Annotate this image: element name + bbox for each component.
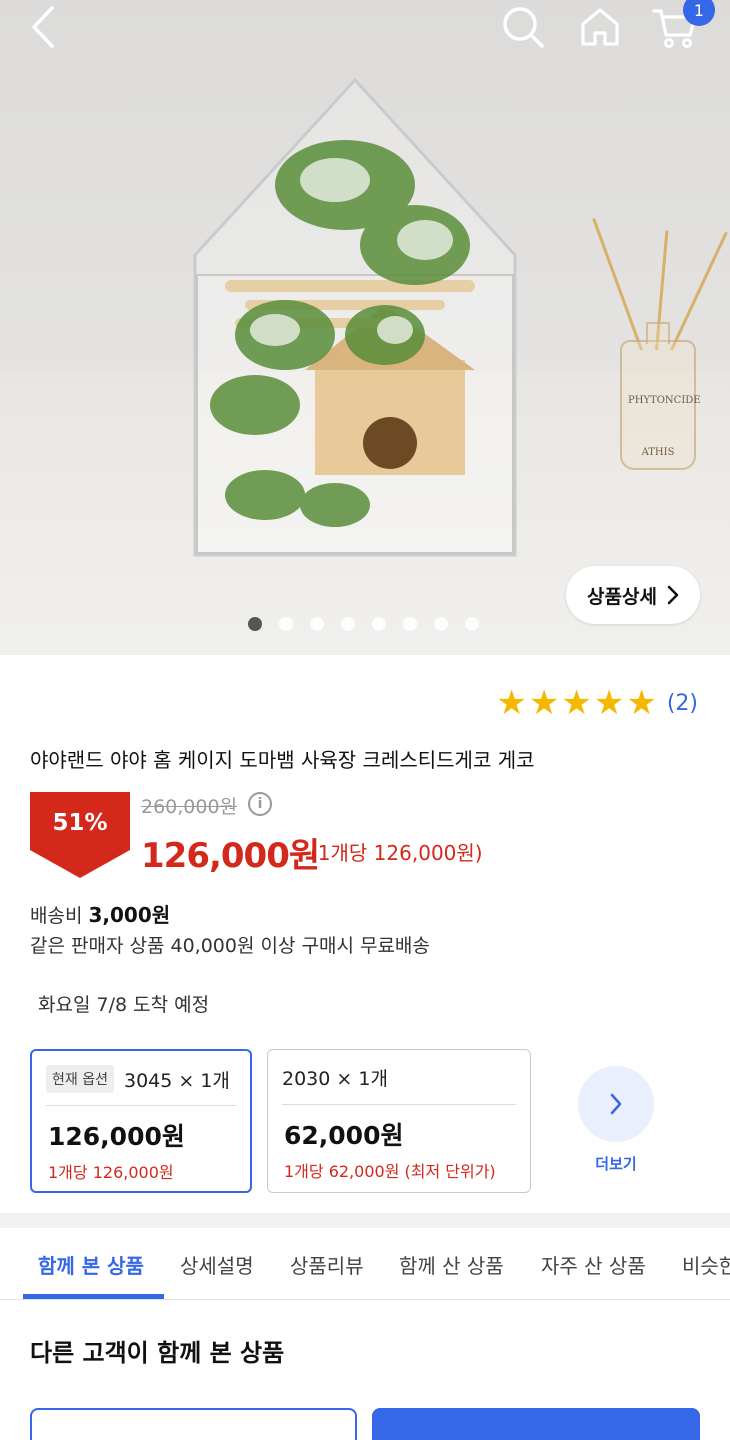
chevron-right-icon — [610, 1093, 622, 1115]
tab-reviews[interactable]: 상품리뷰 — [290, 1250, 364, 1279]
search-icon — [503, 7, 544, 48]
back-button[interactable] — [20, 4, 66, 50]
option-card-current[interactable]: 현재 옵션 3045 × 1개 126,000원 1개당 126,000원 — [30, 1049, 252, 1193]
arrival-estimate: 화요일 7/8 도착 예정 — [38, 994, 210, 1016]
shipping-fee: 배송비 3,000원 — [30, 899, 170, 928]
shipping-fee-value: 3,000원 — [88, 903, 171, 927]
tab-similar[interactable]: 비슷한 — [682, 1250, 730, 1279]
primary-action-button[interactable] — [372, 1408, 700, 1440]
tab-bought-together[interactable]: 함께 산 상품 — [399, 1250, 504, 1279]
tab-viewed-together[interactable]: 함께 본 상품 — [38, 1250, 144, 1279]
product-image-carousel[interactable]: PHYTONCIDE ATHIS 1 상품상세 — [0, 0, 730, 655]
rating[interactable]: ★ ★ ★ ★ ★ (2) — [496, 686, 698, 720]
unit-price: (1개당 126,000원) — [310, 841, 483, 865]
star-icon: ★ — [528, 683, 560, 723]
diffuser-bottle-neck — [646, 322, 670, 344]
option-name: 3045 × 1개 — [123, 1069, 230, 1092]
carousel-dot[interactable] — [403, 617, 417, 631]
option-card-header: 2030 × 1개 — [282, 1064, 388, 1091]
option-card-alt[interactable]: 2030 × 1개 62,000원 1개당 62,000원 (최저 단위가) — [267, 1049, 531, 1193]
option-price: 62,000원 — [284, 1121, 404, 1150]
diffuser-bottle: PHYTONCIDE ATHIS — [620, 322, 701, 470]
option-divider — [282, 1104, 516, 1105]
product-detail-label: 상품상세 — [587, 585, 657, 608]
back-arrow-icon — [32, 6, 54, 48]
more-options-button[interactable] — [578, 1066, 654, 1142]
section-title: 다른 고객이 함께 본 상품 — [30, 1339, 285, 1367]
tab-frequently-bought[interactable]: 자주 산 상품 — [541, 1250, 646, 1279]
search-button[interactable] — [500, 4, 546, 50]
carousel-dots — [248, 617, 479, 631]
option-divider — [46, 1105, 236, 1106]
carousel-dot[interactable] — [372, 617, 386, 631]
star-icon: ★ — [626, 683, 657, 723]
carousel-dot[interactable] — [310, 617, 324, 631]
tab-bar: 함께 본 상품 상세설명 상품리뷰 함께 산 상품 자주 산 상품 비슷한 — [0, 1228, 730, 1300]
more-options-label[interactable]: 더보기 — [578, 1153, 654, 1174]
free-shipping-condition: 같은 판매자 상품 40,000원 이상 구매시 무료배송 — [30, 935, 430, 957]
discount-badge: 51% — [30, 792, 130, 878]
secondary-action-button[interactable] — [30, 1408, 357, 1440]
sale-price: 126,000원 — [141, 836, 320, 876]
discount-rate: 51% — [52, 810, 108, 836]
rating-stars: ★ ★ ★ ★ ★ — [496, 686, 656, 720]
current-option-badge: 현재 옵션 — [46, 1065, 114, 1093]
home-icon — [581, 8, 619, 46]
option-card-header: 현재 옵션 3045 × 1개 — [46, 1065, 230, 1093]
product-detail-button[interactable]: 상품상세 — [566, 566, 700, 624]
product-title: 야야랜드 야야 홈 케이지 도마뱀 사육장 크레스티드게코 게코 — [30, 748, 535, 772]
diffuser-label-bottom: ATHIS — [641, 447, 675, 458]
shipping-fee-label: 배송비 — [30, 905, 83, 927]
cage-illustration — [193, 77, 517, 557]
original-price: 260,000원 — [141, 796, 238, 818]
tab-description[interactable]: 상세설명 — [180, 1250, 254, 1279]
section-divider — [0, 1213, 730, 1228]
active-tab-indicator — [23, 1294, 164, 1299]
chevron-right-icon — [667, 585, 679, 605]
option-price: 126,000원 — [48, 1122, 185, 1151]
option-unit-price: 1개당 62,000원 (최저 단위가) — [284, 1162, 496, 1181]
option-name: 2030 × 1개 — [282, 1068, 388, 1090]
star-icon: ★ — [496, 683, 527, 723]
carousel-dot[interactable] — [279, 617, 293, 631]
star-icon: ★ — [561, 683, 592, 723]
home-button[interactable] — [577, 4, 623, 50]
carousel-dot[interactable] — [341, 617, 355, 631]
carousel-dot[interactable] — [248, 617, 262, 631]
carousel-dot[interactable] — [434, 617, 448, 631]
review-count[interactable]: (2) — [667, 691, 698, 716]
option-unit-price: 1개당 126,000원 — [48, 1163, 174, 1182]
carousel-dot[interactable] — [465, 617, 479, 631]
info-icon[interactable]: i — [248, 792, 272, 816]
diffuser-label-top: PHYTONCIDE — [628, 395, 701, 406]
star-icon: ★ — [593, 683, 625, 723]
